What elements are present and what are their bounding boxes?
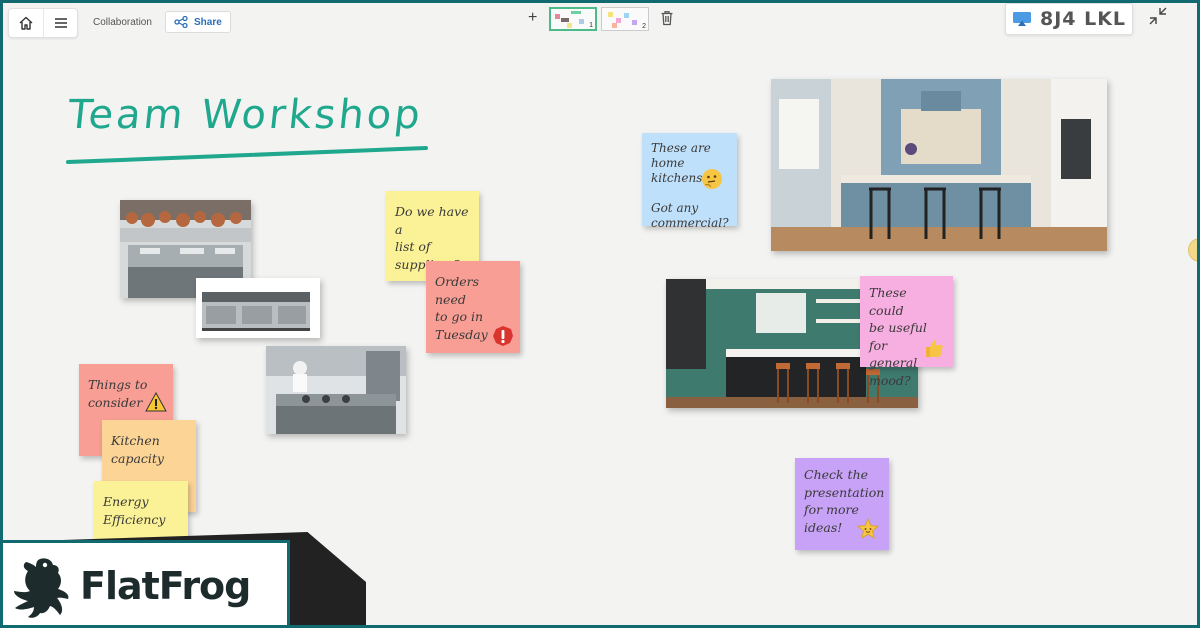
sticky-note-presentation[interactable]: Check the presentation for more ideas!: [795, 458, 889, 550]
share-icon: [174, 16, 188, 28]
page-thumbnail-2[interactable]: 2: [601, 7, 649, 31]
screen-cast-icon: [1012, 12, 1031, 26]
brand-name: FlatFrog: [80, 563, 251, 608]
page-thumbnail-1[interactable]: 1: [549, 7, 597, 31]
share-button[interactable]: Share: [165, 11, 231, 33]
thumbs-up-icon: [926, 340, 943, 357]
side-panel-handle[interactable]: [1188, 238, 1200, 262]
board-title: Team Workshop: [65, 92, 426, 138]
add-page-button[interactable]: +: [528, 9, 537, 27]
flatfrog-logo: FlatFrog: [0, 540, 290, 628]
frog-icon: [14, 557, 69, 618]
steel-range-image: [196, 278, 320, 338]
cast-code-text: 8J4 LKL: [1039, 8, 1127, 30]
page-number: 1: [589, 22, 593, 29]
collapse-arrows-icon: [1149, 7, 1167, 25]
thinking-face-icon: [702, 169, 722, 189]
minimize-button[interactable]: [1148, 6, 1168, 30]
trash-icon: [661, 11, 673, 26]
home-button[interactable]: [9, 9, 43, 37]
page-number: 2: [642, 23, 646, 30]
exclamation-icon: [493, 326, 513, 346]
image-steel-range[interactable]: [196, 278, 320, 338]
sticky-note-orders[interactable]: Orders need to go in Tuesday: [426, 261, 520, 353]
home-icon: [19, 16, 33, 30]
blue-kitchen-image: [771, 79, 1107, 251]
board-name-label: Collaboration: [93, 17, 152, 28]
delete-page-button[interactable]: [660, 10, 674, 30]
sticky-note-home-kitchens[interactable]: These are home kitchens? Got any commerc…: [642, 133, 737, 230]
image-chef-kitchen[interactable]: [266, 346, 406, 434]
menu-button[interactable]: [43, 9, 77, 37]
cast-code-button[interactable]: 8J4 LKL: [1005, 3, 1133, 35]
image-blue-home-kitchen[interactable]: [771, 79, 1107, 251]
share-label: Share: [194, 16, 222, 28]
sticky-note-general-mood[interactable]: These could be useful for general mood?: [860, 276, 953, 388]
star-icon: [857, 518, 879, 539]
note-text: Energy Efficiency: [103, 494, 166, 527]
warning-icon: [145, 392, 167, 412]
note-text: Kitchen capacity: [111, 433, 164, 466]
chef-kitchen-image: [266, 346, 406, 434]
title-underline: [66, 146, 428, 164]
hamburger-menu-icon: [54, 18, 67, 28]
nav-button-group: [8, 8, 78, 38]
